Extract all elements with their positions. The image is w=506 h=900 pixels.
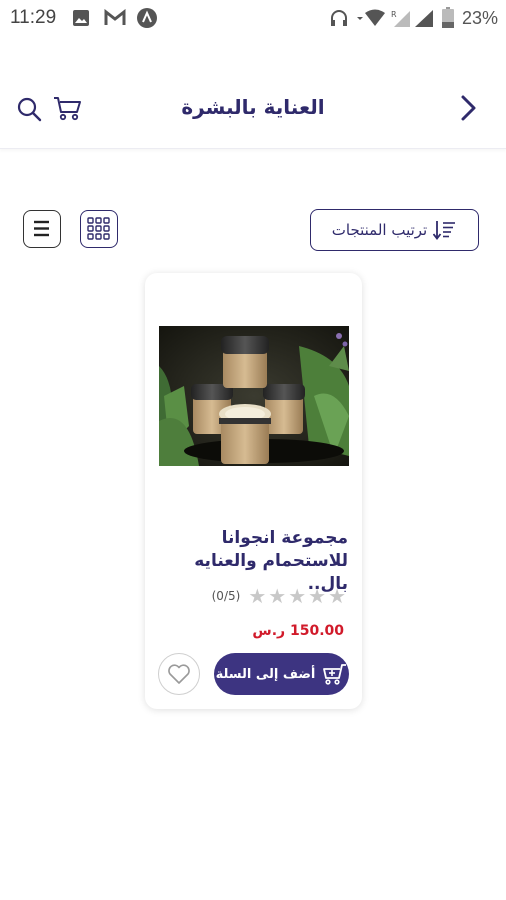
- product-card[interactable]: مجموعة انجوانا للاستحمام والعنايه بال.. …: [145, 273, 362, 709]
- signal-r-icon: R: [390, 9, 412, 31]
- battery-percentage: 23%: [461, 8, 498, 28]
- add-to-cart-icon: [323, 664, 347, 685]
- list-icon: [34, 220, 49, 237]
- product-title-line1: مجموعة انجوانا: [221, 528, 348, 548]
- back-button[interactable]: [456, 94, 480, 122]
- app-notification-icon: [136, 7, 158, 33]
- list-view-button[interactable]: [23, 210, 61, 248]
- grid-view-button[interactable]: [80, 210, 118, 248]
- chevron-right-icon: [461, 95, 476, 121]
- heart-icon: [168, 664, 190, 684]
- status-time: 11:29: [10, 7, 57, 28]
- app-header: العناية بالبشرة: [0, 70, 506, 149]
- sort-label: ترتيب المنتجات: [331, 221, 428, 239]
- signal-icon: [414, 9, 434, 31]
- status-bar: 11:29 R 23%: [0, 0, 506, 36]
- wishlist-button[interactable]: [158, 653, 200, 695]
- add-to-cart-button[interactable]: أضف إلى السلة: [214, 653, 349, 695]
- page-title: العناية بالبشرة: [181, 95, 325, 119]
- star-icon: ★: [308, 584, 327, 608]
- svg-text:R: R: [391, 10, 397, 19]
- star-icon: ★: [288, 584, 307, 608]
- star-icon: ★: [328, 584, 346, 608]
- sort-icon: [433, 221, 456, 240]
- image-icon: [72, 9, 90, 31]
- wifi-icon: [355, 9, 387, 31]
- rating-count: (0/5): [211, 589, 241, 603]
- product-price: 150.00 ر.س: [252, 623, 344, 639]
- headphones-icon: [330, 9, 348, 31]
- rating-row: ★ ★ ★ ★ ★ (0/5): [212, 586, 346, 606]
- battery-icon: [442, 7, 454, 32]
- star-icon: ★: [268, 584, 287, 608]
- product-image[interactable]: [159, 326, 349, 466]
- add-to-cart-label: أضف إلى السلة: [215, 666, 316, 682]
- grid-icon: [87, 217, 110, 240]
- mail-icon: [104, 8, 126, 31]
- sort-products-button[interactable]: ترتيب المنتجات: [310, 209, 479, 251]
- star-icon: ★: [248, 584, 267, 608]
